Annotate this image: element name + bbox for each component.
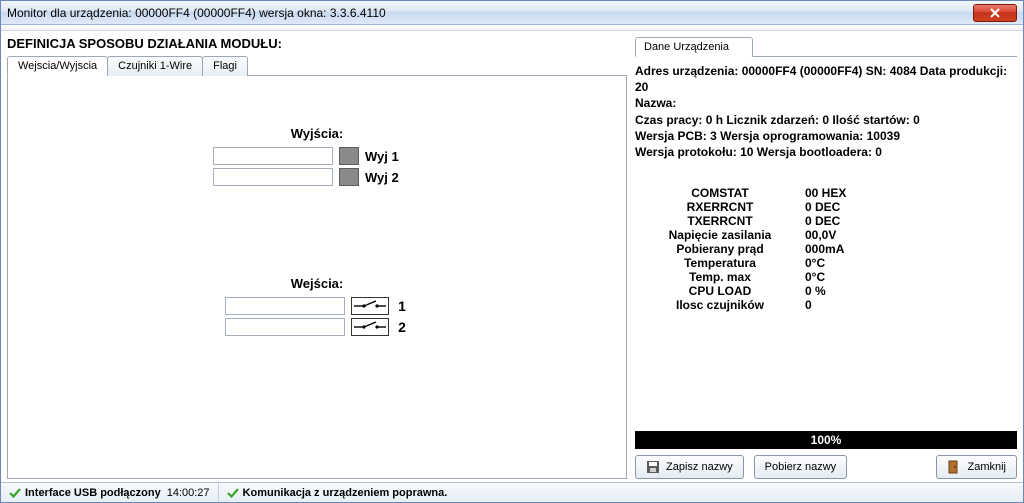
stat-txerrcnt: TXERRCNT0 DEC (635, 214, 1017, 228)
switch-open-icon (351, 297, 389, 315)
right-panel: Dane Urządzenia Adres urządzenia: 00000F… (635, 34, 1017, 479)
info-uptime: Czas pracy: 0 h Licznik zdarzeń: 0 Ilość… (635, 112, 1017, 128)
tab-flags[interactable]: Flagi (202, 56, 248, 76)
fetch-names-button[interactable]: Pobierz nazwy (754, 455, 848, 479)
output-name-1[interactable] (213, 147, 333, 165)
output-row-1: Wyj 1 (18, 147, 616, 165)
device-monitor-window: Monitor dla urządzenia: 00000FF4 (00000F… (0, 0, 1024, 503)
output-label-1: Wyj 1 (365, 149, 421, 164)
button-row: Zapisz nazwy Pobierz nazwy Zamknij (635, 455, 1017, 479)
status-comm-text: Komunikacja z urządzeniem poprawna. (243, 487, 448, 499)
content-area: DEFINICJA SPOSOBU DZIAŁANIA MODUŁU: Wejs… (1, 31, 1023, 482)
status-usb-text: Interface USB podłączony (25, 487, 161, 499)
stat-voltage: Napięcie zasilania00,0V (635, 228, 1017, 242)
progress-bar: 100% (635, 431, 1017, 449)
check-icon (9, 487, 21, 499)
input-num-1: 1 (395, 298, 409, 314)
stats-block: COMSTAT00 HEX RXERRCNT0 DEC TXERRCNT0 DE… (635, 186, 1017, 312)
statusbar: Interface USB podłączony 14:00:27 Komuni… (1, 482, 1023, 502)
output-name-2[interactable] (213, 168, 333, 186)
left-panel: DEFINICJA SPOSOBU DZIAŁANIA MODUŁU: Wejs… (7, 34, 627, 479)
input-name-1[interactable] (225, 297, 345, 315)
output-label-2: Wyj 2 (365, 170, 421, 185)
tab-row: Wejscia/Wyjscia Czujniki 1-Wire Flagi (7, 55, 627, 75)
titlebar[interactable]: Monitor dla urządzenia: 00000FF4 (00000F… (1, 1, 1023, 25)
close-button[interactable]: Zamknij (936, 455, 1017, 479)
device-info: Adres urządzenia: 00000FF4 (00000FF4) SN… (635, 63, 1017, 160)
input-num-2: 2 (395, 319, 409, 335)
inputs-group: Wejścia: 1 (18, 276, 616, 336)
status-comm: Komunikacja z urządzeniem poprawna. (218, 483, 456, 502)
tab-panel-io: Wyjścia: Wyj 1 Wyj 2 (7, 75, 627, 479)
info-protocol: Wersja protokołu: 10 Wersja bootloadera:… (635, 144, 1017, 160)
progress-text: 100% (811, 433, 842, 447)
stat-rxerrcnt: RXERRCNT0 DEC (635, 200, 1017, 214)
stat-current: Pobierany prąd000mA (635, 242, 1017, 256)
button-spacer (857, 455, 926, 479)
status-usb: Interface USB podłączony 14:00:27 (1, 483, 218, 502)
input-row-2: 2 (18, 318, 616, 336)
outputs-group: Wyjścia: Wyj 1 Wyj 2 (18, 126, 616, 186)
client-area: DEFINICJA SPOSOBU DZIAŁANIA MODUŁU: Wejs… (1, 25, 1023, 502)
tabs: Wejscia/Wyjscia Czujniki 1-Wire Flagi Wy… (7, 55, 627, 479)
output-indicator-2 (339, 168, 359, 186)
status-time: 14:00:27 (167, 487, 210, 499)
stat-tempmax: Temp. max0°C (635, 270, 1017, 284)
stat-sensorcount: Ilosc czujników0 (635, 298, 1017, 312)
tab-1wire[interactable]: Czujniki 1-Wire (107, 56, 203, 76)
window-title: Monitor dla urządzenia: 00000FF4 (00000F… (7, 6, 973, 20)
close-icon (990, 8, 1000, 18)
check-icon (227, 487, 239, 499)
stat-comstat: COMSTAT00 HEX (635, 186, 1017, 200)
save-names-button[interactable]: Zapisz nazwy (635, 455, 744, 479)
floppy-icon (646, 460, 660, 474)
info-name: Nazwa: (635, 95, 1017, 111)
output-indicator-1 (339, 147, 359, 165)
info-pcb: Wersja PCB: 3 Wersja oprogramowania: 100… (635, 128, 1017, 144)
input-row-1: 1 (18, 297, 616, 315)
outputs-label: Wyjścia: (18, 126, 616, 141)
input-name-2[interactable] (225, 318, 345, 336)
stat-cpuload: CPU LOAD0 % (635, 284, 1017, 298)
section-title: DEFINICJA SPOSOBU DZIAŁANIA MODUŁU: (7, 36, 627, 51)
stat-temperature: Temperatura0°C (635, 256, 1017, 270)
tab-io[interactable]: Wejscia/Wyjscia (7, 56, 108, 76)
info-address: Adres urządzenia: 00000FF4 (00000FF4) SN… (635, 63, 1017, 95)
inputs-label: Wejścia: (18, 276, 616, 291)
output-row-2: Wyj 2 (18, 168, 616, 186)
switch-open-icon (351, 318, 389, 336)
window-close-button[interactable] (973, 4, 1017, 22)
door-icon (947, 460, 961, 474)
tab-device-data[interactable]: Dane Urządzenia (635, 37, 753, 57)
